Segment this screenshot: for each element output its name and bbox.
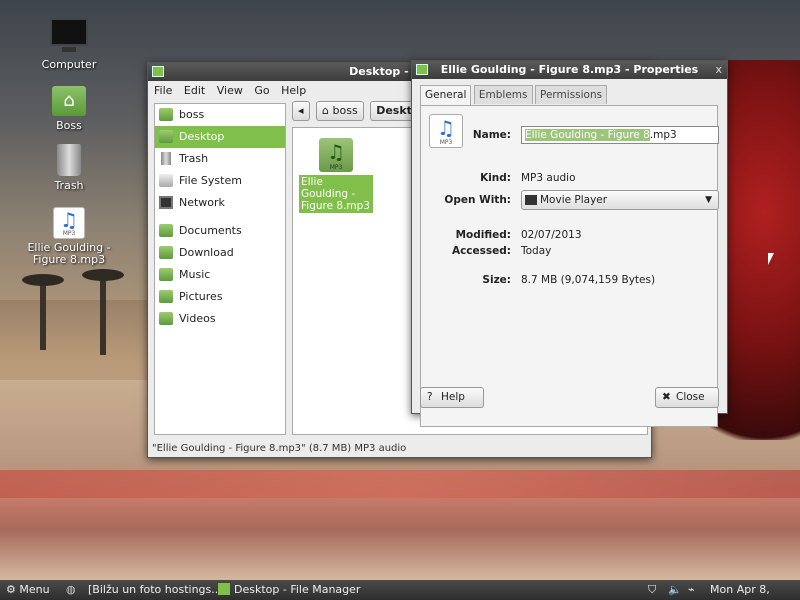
path-back-button[interactable]: ◂ (292, 101, 310, 121)
taskbar: ⚙ Menu ◍ [Bilžu un foto hostings... Desk… (0, 580, 800, 600)
network-icon (159, 196, 173, 209)
trash-icon (161, 152, 171, 165)
music-file-icon: ♫ MP3 (319, 138, 353, 172)
disk-icon (159, 174, 173, 187)
menu-file[interactable]: File (154, 81, 172, 101)
accessed-label: Accessed: (451, 245, 511, 257)
properties-title: Ellie Goulding - Figure 8.mp3 - Properti… (440, 63, 699, 76)
modified-value: 02/07/2013 (521, 229, 582, 241)
desktop-icon-boss[interactable]: ⌂ Boss (24, 86, 114, 132)
wallpaper-palm (22, 274, 64, 350)
name-label: Name: (472, 129, 511, 141)
desktop-icon-mp3[interactable]: ♫ MP3 Ellie Goulding - Figure 8.mp3 (24, 207, 114, 266)
home-icon (159, 108, 173, 121)
menu-edit[interactable]: Edit (184, 81, 205, 101)
properties-dialog: Ellie Goulding - Figure 8.mp3 - Properti… (411, 60, 728, 427)
path-home-button[interactable]: ⌂ boss (316, 101, 364, 121)
wallpaper-stripe (0, 470, 800, 498)
status-bar: "Ellie Goulding - Figure 8.mp3" (8.7 MB)… (152, 443, 407, 454)
name-selection: Ellie Goulding - Figure 8 (525, 129, 650, 141)
clock[interactable]: Mon Apr 8, 23:15 (710, 580, 800, 600)
folder-icon (159, 224, 173, 237)
name-extension: .mp3 (649, 129, 677, 141)
film-icon (525, 195, 537, 205)
sidebar-item-file-system[interactable]: File System (155, 170, 285, 192)
accessed-value: Today (521, 245, 552, 257)
folder-icon (159, 290, 173, 303)
modified-label: Modified: (455, 229, 511, 241)
browser-icon[interactable]: ◍ (66, 580, 76, 600)
open-with-select[interactable]: Movie Player ▼ (521, 190, 719, 210)
size-value: 8.7 MB (9,074,159 Bytes) (521, 274, 656, 286)
help-icon: ? (427, 391, 433, 403)
gear-icon: ⚙ (6, 583, 20, 596)
sidebar-item-documents[interactable]: Documents (155, 220, 285, 242)
file-manager-icon (218, 583, 230, 595)
chevron-down-icon: ▼ (705, 195, 712, 205)
mouse-cursor (768, 253, 774, 265)
properties-titlebar[interactable]: Ellie Goulding - Figure 8.mp3 - Properti… (412, 61, 727, 79)
name-input[interactable]: Ellie Goulding - Figure 8.mp3 (521, 126, 719, 144)
kind-value: MP3 audio (521, 172, 576, 184)
kind-label: Kind: (480, 172, 511, 184)
tab-permissions[interactable]: Permissions (535, 85, 608, 104)
close-icon: ✖ (662, 391, 671, 403)
music-file-icon: ♫ MP3 (53, 207, 85, 239)
shield-icon[interactable]: ⛉ (648, 580, 656, 600)
sidebar-item-desktop[interactable]: Desktop (155, 126, 285, 148)
volume-icon[interactable]: 🔈 (668, 580, 682, 600)
folder-icon (159, 312, 173, 325)
close-icon[interactable]: x (715, 61, 722, 79)
open-with-label: Open With: (444, 194, 511, 206)
task-browser[interactable]: [Bilžu un foto hostings... (88, 580, 222, 600)
menu-go[interactable]: Go (254, 81, 269, 101)
file-item-mp3[interactable]: ♫ MP3 Ellie Goulding - Figure 8.mp3 (299, 138, 373, 213)
network-applet-icon[interactable]: ⌁ (688, 580, 695, 600)
tab-bar: General Emblems Permissions (420, 85, 608, 106)
sidebar-item-videos[interactable]: Videos (155, 308, 285, 330)
close-button[interactable]: ✖ Close (655, 387, 719, 408)
desktop-icon-trash[interactable]: Trash (24, 144, 114, 192)
start-menu-button[interactable]: ⚙ Menu (6, 580, 50, 600)
sidebar-item-music[interactable]: Music (155, 264, 285, 286)
size-label: Size: (482, 274, 511, 286)
sidebar-item-network[interactable]: Network (155, 192, 285, 214)
sidebar-item-download[interactable]: Download (155, 242, 285, 264)
home-icon: ⌂ (322, 104, 333, 117)
task-file-manager[interactable]: Desktop - File Manager (218, 580, 360, 600)
wallpaper-palm (82, 269, 124, 355)
menu-view[interactable]: View (217, 81, 243, 101)
sidebar-item-trash[interactable]: Trash (155, 148, 285, 170)
home-folder-icon: ⌂ (52, 86, 86, 116)
pathbar: ◂ ⌂ boss Deskt (292, 101, 421, 123)
desktop-icon (159, 130, 173, 143)
sidebar: boss Desktop Trash File System Network D… (154, 103, 286, 435)
tab-emblems[interactable]: Emblems (473, 85, 533, 104)
folder-icon (159, 246, 173, 259)
tab-general[interactable]: General (420, 85, 472, 106)
open-with-value: Movie Player (540, 194, 608, 206)
desktop-icon-computer[interactable]: Computer (24, 18, 114, 71)
sidebar-item-pictures[interactable]: Pictures (155, 286, 285, 308)
computer-icon (50, 18, 88, 52)
help-button[interactable]: ? Help (420, 387, 484, 408)
folder-icon (159, 268, 173, 281)
menu-help[interactable]: Help (281, 81, 306, 101)
sidebar-item-boss[interactable]: boss (155, 104, 285, 126)
trash-icon (57, 144, 81, 176)
general-panel: ♫ MP3 Name: Ellie Goulding - Figure 8.mp3… (420, 105, 719, 427)
file-name: Ellie Goulding - Figure 8.mp3 (299, 175, 373, 213)
